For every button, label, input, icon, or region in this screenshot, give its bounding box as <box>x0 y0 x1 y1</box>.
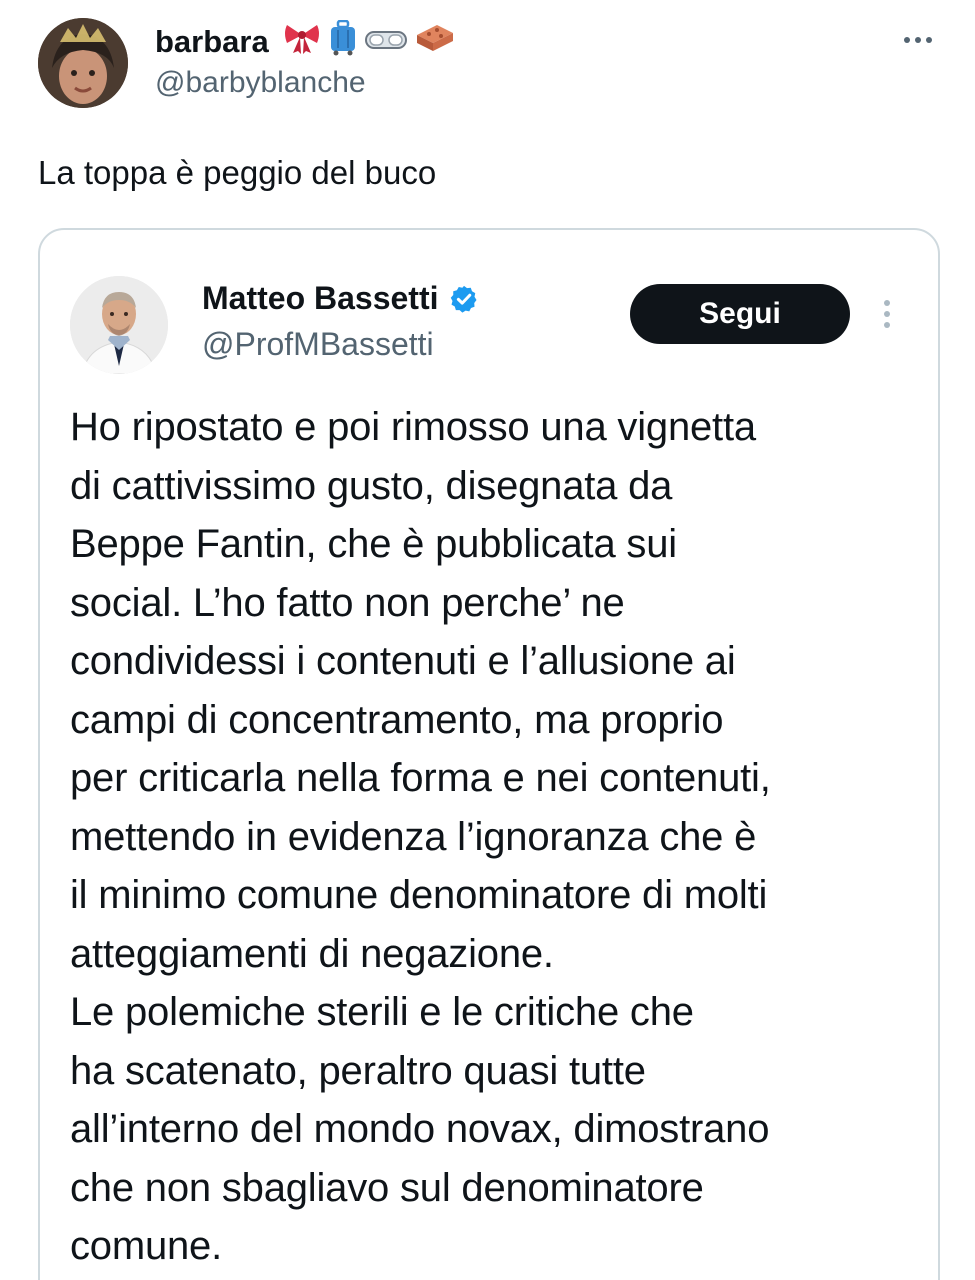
quoted-more-options-icon[interactable] <box>880 294 894 334</box>
quoted-text-line: atteggiamenti di negazione. <box>70 931 554 976</box>
quoted-tweet-text: Ho ripostato e poi rimosso una vignetta … <box>70 398 930 1276</box>
quoted-author-name-row[interactable]: Matteo Bassetti <box>202 280 479 317</box>
quoted-text-line: il minimo comune denominatore di molti <box>70 873 768 917</box>
author-name[interactable]: barbara <box>155 24 269 60</box>
quoted-text-line: all’interno del mondo novax, dimostrano <box>70 1107 770 1151</box>
bow-emoji-icon <box>283 21 321 63</box>
quoted-text-line: condividessi i contenuti e l’allusione a… <box>70 639 736 683</box>
quoted-text-line: Beppe Fantin, che è pubblicata sui <box>70 522 677 566</box>
author-name-row[interactable]: barbara <box>155 19 455 64</box>
quoted-text-line: campi di concentramento, ma proprio <box>70 697 724 742</box>
quoted-text-line: Ho ripostato e poi rimosso una vignetta <box>70 405 756 449</box>
author-avatar[interactable] <box>38 18 128 108</box>
more-options-icon[interactable] <box>898 30 938 50</box>
tweet-text: La toppa è peggio del buco <box>38 154 437 191</box>
quoted-text-line: comune. <box>70 1224 223 1268</box>
quoted-text-line: per criticarla nella forma e nei contenu… <box>70 756 771 800</box>
quoted-text-line: di cattivissimo gusto, disegnata da <box>70 463 673 508</box>
follow-button[interactable]: Segui <box>630 284 850 344</box>
author-handle[interactable]: @barbyblanche <box>155 66 366 100</box>
brick-icon <box>415 23 455 61</box>
quoted-text-line: che non sbagliavo sul denominatore <box>70 1165 704 1210</box>
quoted-text-line: Le polemiche sterili e le critiche che <box>70 990 694 1034</box>
quoted-tweet-card[interactable]: Matteo Bassetti @ProfMBassetti Segui Ho … <box>38 228 940 1280</box>
goggles-icon <box>364 24 407 60</box>
quoted-text-line: social. L’ho fatto non perche’ ne <box>70 580 625 625</box>
name-emojis <box>283 19 455 64</box>
quoted-text-line: ha scatenato, peraltro quasi tutte <box>70 1048 646 1093</box>
luggage-icon <box>329 19 357 64</box>
quoted-text-line: mettendo in evidenza l’ignoranza che è <box>70 814 757 859</box>
quoted-author-handle[interactable]: @ProfMBassetti <box>202 326 434 363</box>
verified-badge-icon[interactable] <box>449 284 479 314</box>
tweet: barbara @barbyblanche La toppa è peggio … <box>0 0 975 1280</box>
quoted-author-avatar[interactable] <box>70 276 168 374</box>
quoted-author-name[interactable]: Matteo Bassetti <box>202 280 439 317</box>
